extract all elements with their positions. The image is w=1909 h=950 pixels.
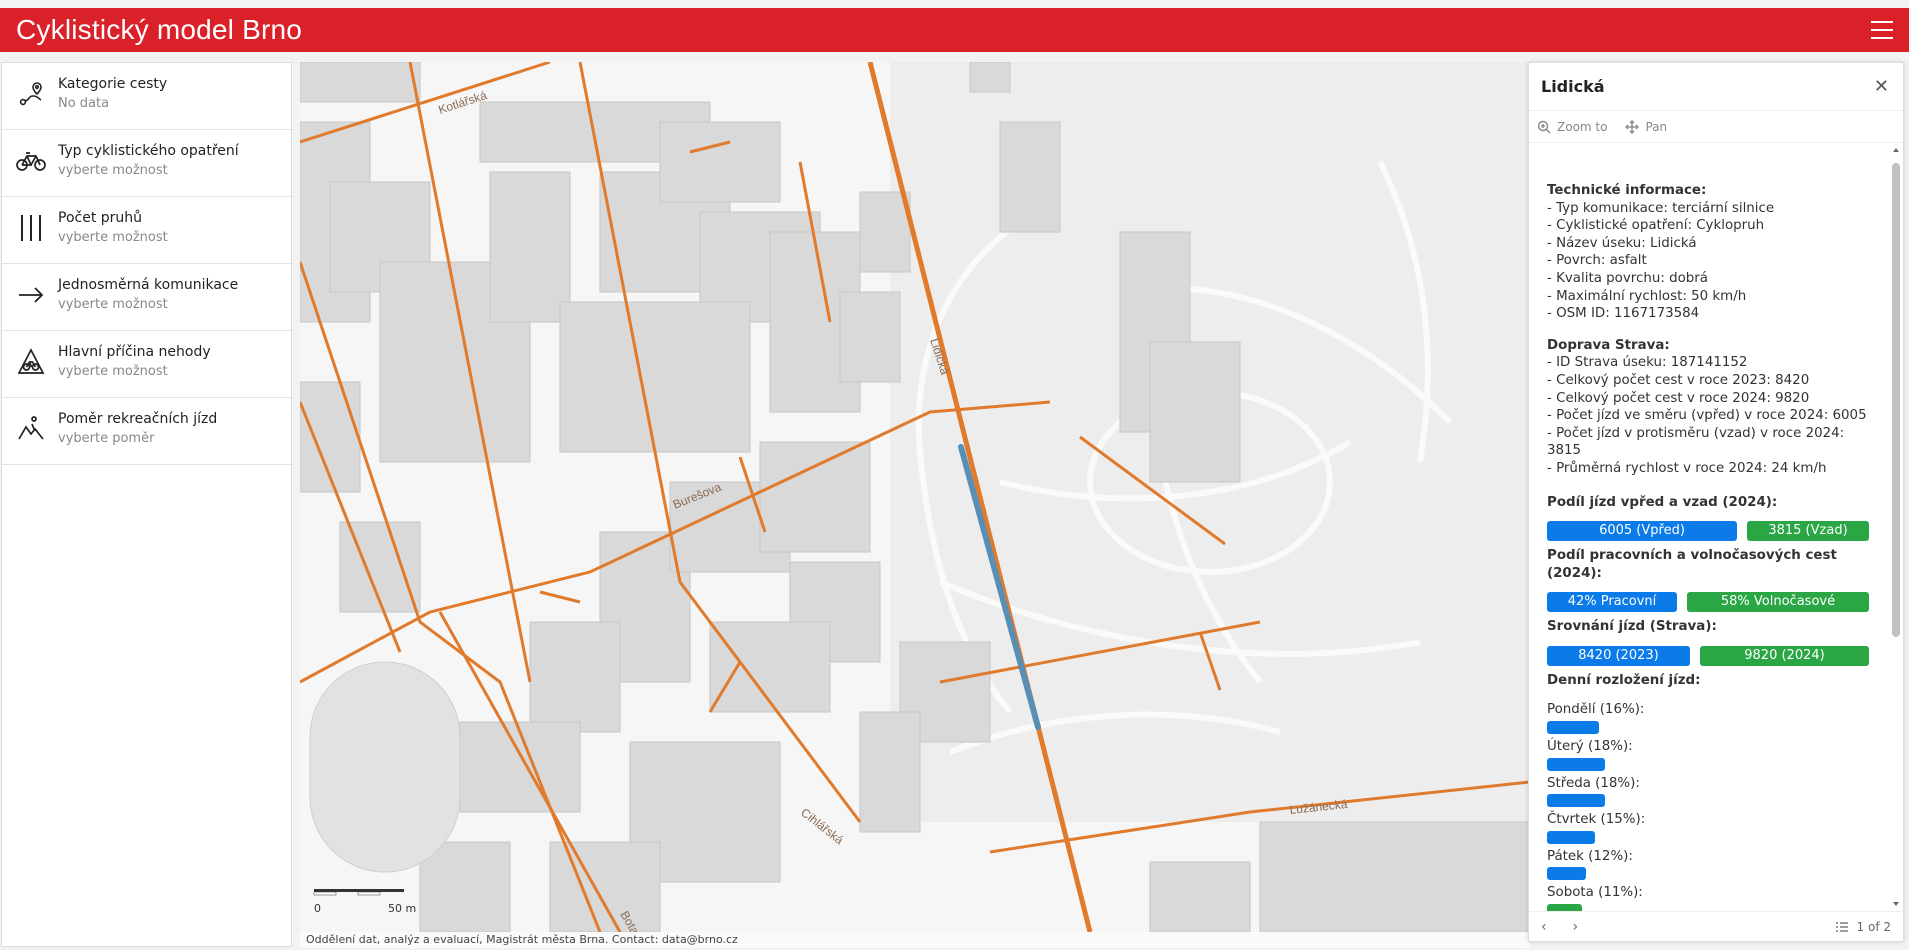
map-view[interactable]: Kotlářská Lidická Burešova Cihlářská Luž…	[300, 62, 1530, 932]
filter-recreational-ratio[interactable]: Poměr rekreačních jízd vyberte poměr	[2, 398, 291, 465]
year-2023-bar: 8420 (2023)	[1547, 645, 1690, 666]
menu-icon[interactable]	[1871, 21, 1893, 39]
arrow-right-icon	[16, 279, 46, 311]
day-label: Čtvrtek (15%):	[1547, 812, 1646, 828]
tech-info-title: Technické informace:	[1547, 183, 1707, 198]
zoom-to-label: Zoom to	[1557, 119, 1608, 134]
app-title: Cyklistický model Brno	[16, 14, 303, 45]
strava-line: - Počet jízd ve směru (vpřed) v roce 202…	[1547, 408, 1867, 424]
compare-title: Srovnání jízd (Strava):	[1547, 619, 1717, 635]
street-label: Cihlářská	[798, 805, 846, 847]
filter-value: vyberte možnost	[58, 230, 168, 245]
tech-line: - Typ komunikace: terciární silnice	[1547, 200, 1775, 216]
tech-line: - Název úseku: Lidická	[1547, 235, 1697, 251]
filter-value: vyberte možnost	[58, 297, 168, 312]
tech-line: - Povrch: asfalt	[1547, 253, 1647, 269]
daily-title: Denní rozložení jízd:	[1547, 672, 1701, 688]
filter-label: Hlavní příčina nehody	[58, 344, 211, 360]
direction-title: Podíl jízd vpřed a vzad (2024):	[1547, 494, 1778, 510]
mountain-hiker-icon	[16, 413, 46, 445]
day-bar	[1547, 757, 1605, 771]
list-icon	[1835, 921, 1848, 932]
day-bar	[1547, 830, 1595, 844]
filter-value: No data	[58, 96, 110, 111]
tech-line: - Maximální rychlost: 50 km/h	[1547, 288, 1747, 304]
map-attribution: Oddělení dat, analýz a evaluací, Magistr…	[300, 932, 1530, 948]
day-label: Sobota (11%):	[1547, 885, 1643, 901]
day-bar	[1547, 794, 1605, 808]
lanes-icon	[16, 212, 46, 244]
day-bar	[1547, 721, 1599, 735]
filter-road-category[interactable]: Kategorie cesty No data	[2, 63, 291, 130]
warning-bike-icon	[16, 346, 46, 378]
year-2024-bar: 9820 (2024)	[1700, 645, 1869, 666]
day-label: Pátek (12%):	[1547, 848, 1633, 864]
day-label: Úterý (18%):	[1547, 739, 1633, 755]
tech-line: - Kvalita povrchu: dobrá	[1547, 270, 1708, 286]
app-header: Cyklistický model Brno	[0, 8, 1909, 52]
zoom-to-button[interactable]: Zoom to	[1537, 120, 1607, 134]
filter-lane-count[interactable]: Počet pruhů vyberte možnost	[2, 197, 291, 264]
scale-label-end: 50 m	[388, 902, 417, 915]
pan-label: Pan	[1645, 119, 1668, 134]
tech-line: - OSM ID: 1167173584	[1547, 306, 1700, 322]
zoom-icon	[1537, 120, 1551, 133]
direction-bars: 6005 (Vpřed) 3815 (Vzad)	[1547, 521, 1871, 542]
filter-value: vyberte poměr	[58, 431, 155, 446]
previous-feature-icon[interactable]: ‹	[1541, 919, 1547, 935]
scale-bar	[313, 889, 404, 896]
filter-label: Počet pruhů	[58, 210, 143, 226]
purpose-title: Podíl pracovních a volnočasových cest (2…	[1547, 548, 1837, 581]
purpose-bars: 42% Pracovní 58% Volnočasové	[1547, 592, 1871, 613]
pan-button[interactable]: Pan	[1625, 120, 1667, 134]
work-bar: 42% Pracovní	[1547, 592, 1677, 613]
feature-popup: Lidická ✕ Zoom to Pan Technické informac…	[1528, 62, 1904, 942]
scale-label-zero: 0	[314, 902, 321, 915]
close-icon[interactable]: ✕	[1874, 76, 1889, 97]
filter-one-way[interactable]: Jednosměrná komunikace vyberte možnost	[2, 264, 291, 331]
strava-line: - Počet jízd v protisměru (vzad) v roce …	[1547, 425, 1845, 459]
day-label: Pondělí (16%):	[1547, 702, 1645, 718]
running-track	[309, 661, 461, 873]
filter-value: vyberte možnost	[58, 163, 168, 178]
day-bar	[1547, 904, 1582, 911]
strava-line: - Celkový počet cest v roce 2024: 9820	[1547, 390, 1810, 406]
map-canvas[interactable]: Kotlářská Lidická Burešova Cihlářská Luž…	[300, 62, 1530, 932]
backward-bar: 3815 (Vzad)	[1747, 521, 1869, 542]
next-feature-icon[interactable]: ›	[1572, 919, 1578, 935]
filter-label: Kategorie cesty	[58, 76, 168, 92]
pan-icon	[1625, 119, 1640, 134]
strava-line: - Průměrná rychlost v roce 2024: 24 km/h	[1547, 460, 1827, 476]
tech-line: - Cyklistické opatření: Cyklopruh	[1547, 218, 1765, 234]
strava-line: - Celkový počet cest v roce 2023: 8420	[1547, 372, 1810, 388]
strava-line: - ID Strava úseku: 187141152	[1547, 355, 1748, 371]
filter-cycling-measure[interactable]: Typ cyklistického opatření vyberte možno…	[2, 130, 291, 197]
forward-bar: 6005 (Vpřed)	[1547, 521, 1737, 542]
filter-label: Typ cyklistického opatření	[58, 143, 239, 159]
day-label: Středa (18%):	[1547, 775, 1640, 791]
leisure-bar: 58% Volnočasové	[1687, 592, 1869, 613]
strava-title: Doprava Strava:	[1547, 337, 1670, 353]
popup-content: Technické informace: - Typ komunikace: t…	[1529, 143, 1889, 911]
filter-sidebar: Kategorie cesty No data Typ cyklistickéh…	[1, 62, 292, 947]
popup-title: Lidická	[1541, 77, 1605, 96]
filter-accident-cause[interactable]: Hlavní příčina nehody vyberte možnost	[2, 331, 291, 398]
filter-label: Poměr rekreačních jízd	[58, 411, 218, 427]
scrollbar-thumb[interactable]	[1892, 163, 1900, 637]
filter-value: vyberte možnost	[58, 364, 168, 379]
day-bar	[1547, 867, 1586, 881]
route-pin-icon	[16, 78, 46, 110]
bicycle-icon	[16, 145, 46, 177]
compare-bars: 8420 (2023) 9820 (2024)	[1547, 645, 1871, 666]
feature-pager[interactable]: 1 of 2	[1835, 920, 1891, 934]
filter-label: Jednosměrná komunikace	[58, 277, 239, 293]
pager-text: 1 of 2	[1856, 919, 1891, 934]
